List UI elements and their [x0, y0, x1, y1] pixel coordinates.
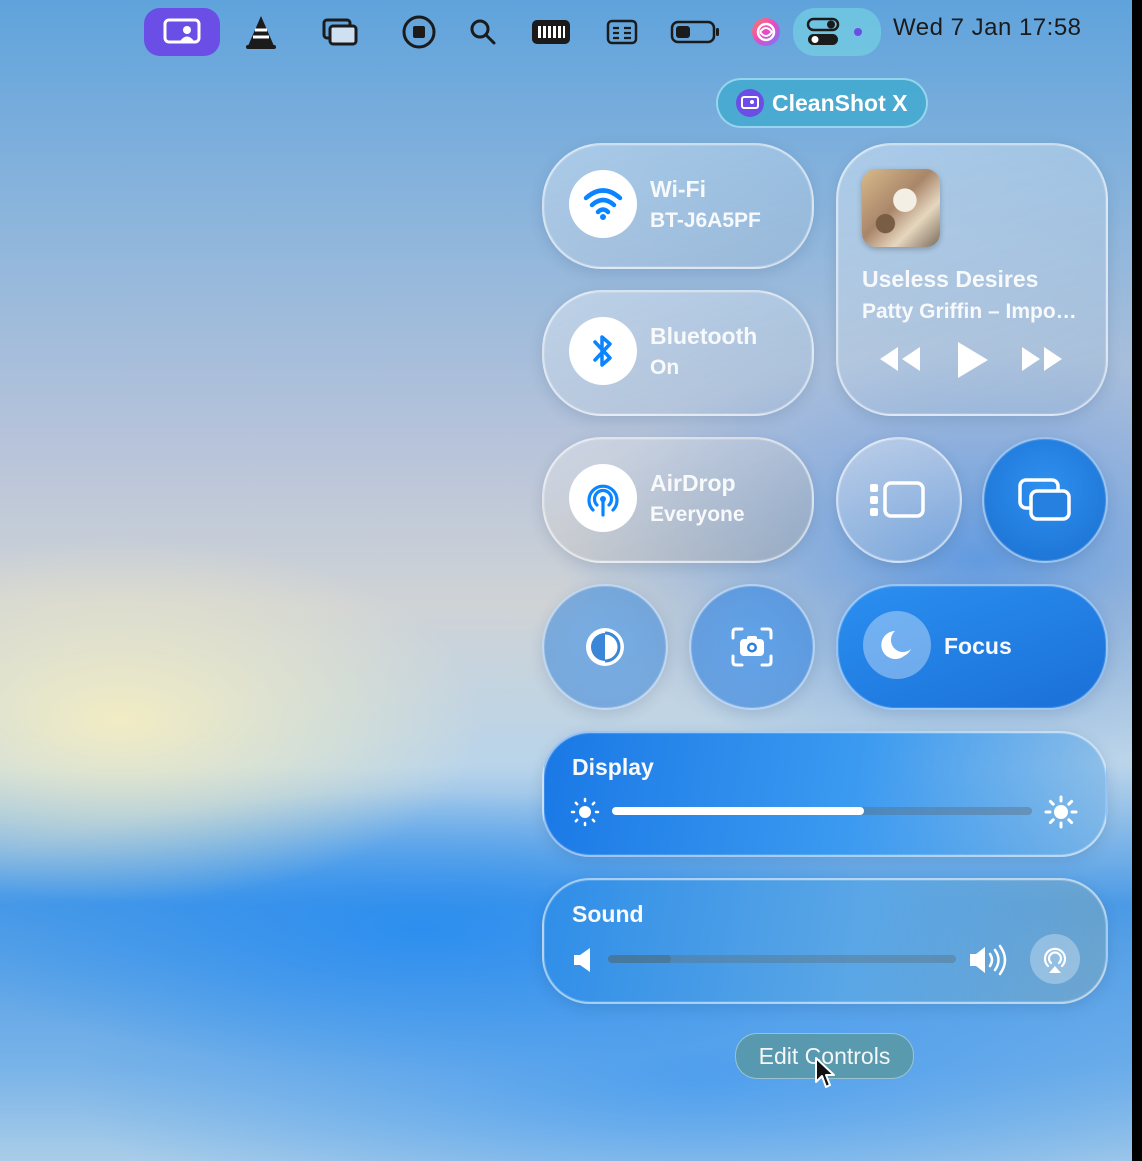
vlc-icon[interactable] — [240, 8, 282, 56]
album-artwork[interactable] — [862, 169, 940, 247]
screen-mirroring-button[interactable] — [982, 437, 1108, 563]
airdrop-icon — [569, 464, 637, 532]
siri-icon[interactable] — [748, 8, 784, 56]
airdrop-tile[interactable]: AirDrop Everyone — [542, 437, 814, 563]
screen-edge — [1132, 0, 1142, 1161]
menu-bar-clock[interactable]: Wed 7 Jan 17:58 — [893, 14, 1082, 42]
rewind-icon[interactable] — [876, 341, 924, 381]
screenshot-camera-icon — [730, 626, 774, 672]
screen-mirroring-icon — [1017, 477, 1073, 527]
keyboard-icon[interactable] — [602, 8, 642, 56]
cleanshot-status-pill[interactable]: CleanShot X — [716, 78, 928, 128]
fast-forward-icon[interactable] — [1018, 341, 1066, 381]
now-playing-title: Useless Desires — [862, 266, 1039, 292]
focus-label: Focus — [944, 633, 1012, 659]
bluetooth-tile[interactable]: Bluetooth On — [542, 290, 814, 416]
screen-record-icon[interactable] — [398, 8, 440, 56]
wifi-network-name: BT-J6A5PF — [650, 209, 761, 232]
brightness-high-icon — [1044, 795, 1078, 833]
brightness-slider[interactable] — [612, 807, 1032, 815]
now-playing-artist: Patty Griffin – Impo… — [862, 300, 1077, 323]
stage-manager-icon[interactable] — [318, 8, 362, 56]
bluetooth-icon — [569, 317, 637, 385]
cleanshot-icon[interactable] — [144, 8, 220, 56]
sound-module: Sound — [542, 878, 1108, 1004]
airdrop-visibility: Everyone — [650, 503, 745, 526]
display-label: Display — [572, 754, 654, 780]
volume-low-icon — [572, 946, 596, 978]
battery-icon[interactable] — [668, 8, 722, 56]
wifi-icon — [569, 170, 637, 238]
volume-slider[interactable] — [608, 955, 956, 963]
dark-mode-button[interactable] — [542, 584, 668, 710]
cleanshot-label: CleanShot X — [772, 89, 908, 116]
focus-tile[interactable]: Focus — [836, 584, 1108, 710]
sound-label: Sound — [572, 901, 644, 927]
wifi-tile[interactable]: Wi-Fi BT-J6A5PF — [542, 143, 814, 269]
brightness-low-icon — [570, 797, 600, 831]
airdrop-title: AirDrop — [650, 470, 736, 496]
volume-slider-fill — [608, 955, 671, 963]
bluetooth-status: On — [650, 356, 680, 379]
search-icon[interactable] — [466, 8, 500, 56]
airplay-audio-button[interactable] — [1030, 934, 1080, 984]
wifi-title: Wi-Fi — [650, 176, 706, 202]
moon-icon — [863, 611, 931, 679]
brightness-slider-fill — [612, 807, 864, 815]
stage-manager-button[interactable] — [836, 437, 962, 563]
airplay-audio-icon — [1043, 947, 1067, 973]
play-icon[interactable] — [952, 339, 992, 385]
control-center-icon[interactable] — [793, 8, 881, 56]
screenshot-button[interactable] — [689, 584, 815, 710]
audio-meter-icon[interactable] — [528, 8, 574, 56]
menu-bar: Wed 7 Jan 17:58 — [0, 0, 1132, 64]
stage-manager-icon — [868, 480, 926, 524]
cleanshot-icon — [736, 89, 764, 117]
volume-high-icon — [968, 944, 1012, 980]
mouse-pointer-icon — [814, 1056, 838, 1094]
contrast-icon — [582, 624, 628, 674]
bluetooth-title: Bluetooth — [650, 323, 758, 349]
display-module: Display — [542, 731, 1108, 857]
